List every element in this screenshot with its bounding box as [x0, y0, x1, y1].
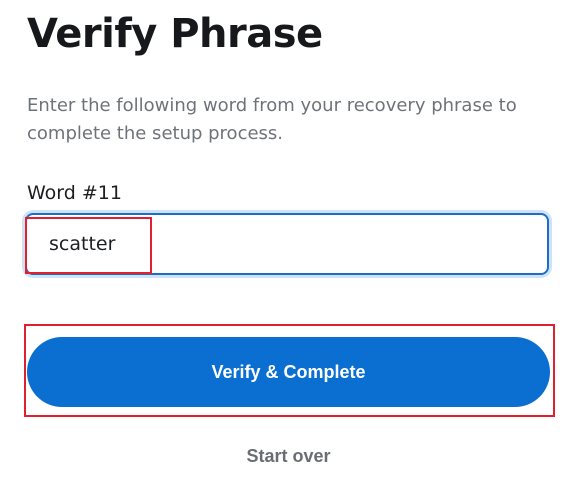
verify-complete-button[interactable]: Verify & Complete	[27, 337, 550, 407]
page-title: Verify Phrase	[27, 11, 323, 57]
instructions-text: Enter the following word from your recov…	[27, 95, 517, 144]
word-input[interactable]	[27, 215, 547, 273]
start-over-link[interactable]: Start over	[0, 444, 577, 468]
verify-phrase-page: Verify Phrase Enter the following word f…	[0, 0, 583, 487]
word-field-label: Word #11	[27, 182, 122, 204]
word-field[interactable]	[25, 213, 549, 275]
